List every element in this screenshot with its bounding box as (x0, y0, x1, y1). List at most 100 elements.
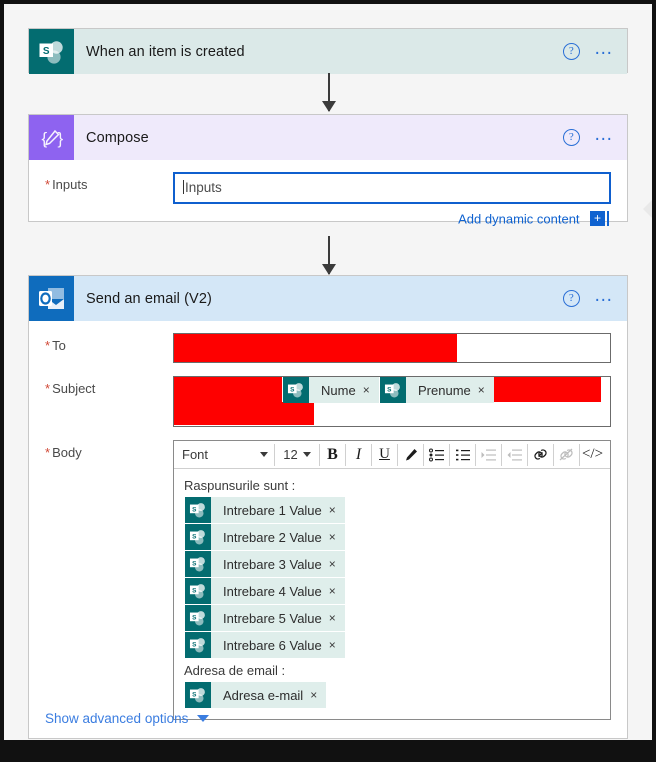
trigger-header-actions: ? … (562, 29, 615, 74)
sharepoint-icon: S (380, 377, 406, 403)
dynamic-token[interactable]: S Nume × (283, 377, 379, 403)
required-asterisk: * (45, 338, 51, 353)
remove-token-icon[interactable]: × (329, 558, 345, 570)
dynamic-token[interactable]: S Intrebare 3 Value × (185, 551, 345, 577)
add-expression-button[interactable]: + (590, 211, 605, 227)
connector-arrow-1 (328, 73, 330, 111)
code-view-button[interactable]: </> (580, 443, 605, 467)
help-icon[interactable]: ? (562, 43, 580, 60)
more-options-icon[interactable]: … (594, 125, 615, 145)
font-size-dropdown[interactable]: 12 (275, 447, 319, 462)
add-dynamic-content-link[interactable]: Add dynamic content (458, 211, 579, 226)
svg-text:S: S (387, 386, 392, 393)
send-email-card-header[interactable]: Send an email (V2) ? … (29, 276, 627, 321)
dynamic-token[interactable]: S Intrebare 4 Value × (185, 578, 345, 604)
trigger-card[interactable]: S When an item is created ? … (28, 28, 628, 74)
sharepoint-icon: S (185, 497, 211, 523)
underline-button[interactable]: U (372, 443, 397, 467)
remove-token-icon[interactable]: × (329, 639, 345, 651)
body-row: * Body Font 12 B I U </> Raspunsurile su… (29, 427, 627, 720)
token-row: S Intrebare 1 Value × (184, 497, 600, 523)
panel-edge-chevron-icon (643, 200, 652, 218)
trigger-title: When an item is created (86, 43, 245, 60)
subject-row: * Subject S Nume × S Prenume × (29, 363, 627, 427)
more-options-icon[interactable]: … (594, 286, 615, 306)
italic-button[interactable]: I (346, 443, 371, 467)
token-row: S Adresa e-mail × (184, 682, 600, 708)
body-content[interactable]: Raspunsurile sunt : S Intrebare 1 Value … (174, 469, 610, 719)
compose-card-header[interactable]: { } Compose ? … (29, 115, 627, 160)
remove-token-icon[interactable]: × (363, 384, 379, 396)
compose-header-actions: ? … (562, 115, 615, 160)
sharepoint-icon: S (185, 682, 211, 708)
numbered-list-button[interactable] (450, 443, 475, 467)
required-asterisk: * (45, 381, 51, 396)
subject-field[interactable]: S Nume × S Prenume × (173, 376, 611, 427)
token-row: S Intrebare 4 Value × (184, 578, 600, 604)
dynamic-token[interactable]: S Adresa e-mail × (185, 682, 327, 708)
dynamic-token[interactable]: S Intrebare 5 Value × (185, 605, 345, 631)
trigger-card-header[interactable]: S When an item is created ? … (29, 29, 627, 74)
inputs-label: * Inputs (45, 177, 88, 192)
dynamic-token[interactable]: S Prenume × (380, 377, 494, 403)
svg-text:S: S (192, 506, 197, 513)
body-label: * Body (45, 445, 82, 460)
redacted-subject-part-1 (174, 377, 282, 402)
remove-token-icon[interactable]: × (478, 384, 494, 396)
remove-token-icon[interactable]: × (310, 689, 326, 701)
body-line-1: Raspunsurile sunt : (184, 478, 296, 493)
body-line-2: Adresa de email : (184, 663, 286, 678)
token-row: S Intrebare 2 Value × (184, 524, 600, 550)
remove-token-icon[interactable]: × (329, 531, 345, 543)
svg-text:S: S (192, 533, 197, 540)
inputs-placeholder: Inputs (185, 180, 222, 195)
svg-text:S: S (192, 560, 197, 567)
help-icon[interactable]: ? (562, 290, 580, 307)
body-rich-text-editor[interactable]: Font 12 B I U </> Raspunsurile sunt: S … (173, 440, 611, 720)
outlook-icon (29, 276, 74, 321)
chevron-down-icon (302, 452, 311, 457)
redacted-subject-part-2 (174, 402, 314, 425)
help-icon[interactable]: ? (562, 129, 580, 146)
svg-text:S: S (43, 46, 50, 57)
inputs-field[interactable]: Inputs (173, 172, 611, 204)
to-label: * To (45, 338, 66, 353)
sharepoint-icon: S (185, 551, 211, 577)
compose-card[interactable]: { } Compose ? … * Inputs Inputs Add dyna… (28, 114, 628, 227)
more-options-icon[interactable]: … (594, 39, 615, 59)
font-family-dropdown[interactable]: Font (176, 447, 274, 462)
send-email-header-actions: ? … (562, 276, 615, 321)
dynamic-token[interactable]: S Intrebare 1 Value × (185, 497, 345, 523)
bulleted-list-button[interactable] (424, 443, 449, 467)
remove-token-icon[interactable]: × (329, 612, 345, 624)
text-caret (183, 180, 184, 194)
subject-label: * Subject (45, 381, 96, 396)
compose-title: Compose (86, 129, 149, 146)
compose-icon: { } (29, 115, 74, 160)
insert-link-button[interactable] (528, 443, 553, 467)
redacted-recipient (174, 334, 458, 362)
compose-inputs-row: * Inputs Inputs Add dynamic content + (29, 160, 627, 232)
remove-link-button[interactable] (554, 443, 579, 467)
rte-toolbar: Font 12 B I U </> (174, 441, 610, 469)
chevron-down-icon (260, 452, 268, 457)
remove-token-icon[interactable]: × (329, 585, 345, 597)
token-row: S Intrebare 5 Value × (184, 605, 600, 631)
svg-text:S: S (290, 386, 295, 393)
add-dynamic-content-row: Add dynamic content + (173, 204, 611, 232)
to-row: * To (29, 321, 627, 363)
show-advanced-options-link[interactable]: Show advanced options (45, 711, 210, 726)
decrease-indent-button[interactable] (502, 443, 527, 467)
sharepoint-icon: S (185, 632, 211, 658)
flow-designer-page: S When an item is created ? … { } Compos… (0, 0, 656, 762)
bold-button[interactable]: B (320, 443, 345, 467)
to-field[interactable] (173, 333, 611, 363)
sharepoint-icon: S (283, 377, 309, 403)
remove-token-icon[interactable]: × (329, 504, 345, 516)
text-color-button[interactable] (398, 443, 423, 467)
svg-text:S: S (192, 691, 197, 698)
increase-indent-button[interactable] (476, 443, 501, 467)
dynamic-token[interactable]: S Intrebare 6 Value × (185, 632, 345, 658)
dynamic-token[interactable]: S Intrebare 2 Value × (185, 524, 345, 550)
send-email-card[interactable]: Send an email (V2) ? … * To * Subject S … (28, 275, 628, 739)
